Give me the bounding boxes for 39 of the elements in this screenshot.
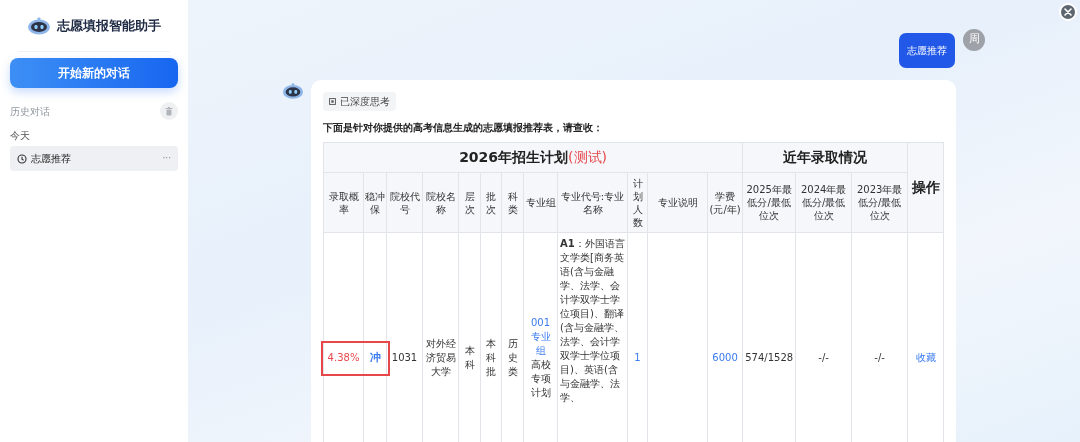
favorite-link[interactable]: 收藏 — [915, 351, 936, 363]
thinking-badge[interactable]: 已深度思考 — [323, 92, 396, 111]
clock-icon — [17, 153, 27, 164]
column-header: 操作 — [907, 142, 944, 233]
column-header: 院校名称 — [422, 172, 459, 233]
column-header: 2024年最低分/最低位次 — [795, 172, 852, 233]
column-header: 2023年最低分/最低位次 — [851, 172, 908, 233]
user-avatar: 周 — [963, 28, 985, 51]
robot-logo-icon — [27, 16, 51, 35]
close-icon — [1064, 8, 1072, 16]
cell-text: 高校专项计划 — [529, 357, 552, 400]
history-item[interactable]: 志愿推荐 ··· — [10, 146, 178, 171]
column-header: 专业说明 — [647, 172, 708, 233]
cell-text: 4.38% — [327, 351, 360, 363]
cell-text: 6000 — [712, 351, 738, 363]
cell-text: 冲 — [369, 350, 381, 364]
cell-text: 001专业组 — [529, 315, 552, 358]
date-group-label: 今天 — [10, 129, 31, 143]
column-header: 录取概率 — [323, 172, 364, 233]
column-header: 2025年最低分/最低位次 — [742, 172, 796, 233]
group-header: 2026年招生计划(测试) — [323, 142, 743, 173]
user-message-bubble: 志愿推荐 — [899, 33, 955, 68]
chip-icon — [329, 98, 336, 105]
column-header: 学费(元/年) — [707, 172, 743, 233]
trash-icon — [165, 106, 173, 116]
cell-text: 1 — [634, 351, 641, 363]
more-button[interactable]: ··· — [162, 151, 171, 166]
column-header: 专业代号:专业名称 — [557, 172, 628, 233]
new-chat-button[interactable]: 开始新的对话 — [10, 58, 178, 88]
app-title: 志愿填报智能助手 — [57, 16, 161, 35]
table-cell: A1：外国语言文学类[商务英语(含与金融学、法学、会计学双学士学位项目)、翻译(含与金融学、法学、会计学双学士学位项目)、英语(含与金融学、法学、 — [557, 232, 628, 442]
history-item-title: 志愿推荐 — [31, 152, 71, 166]
intro-text: 下面是针对你提供的高考信息生成的志愿填报推荐表，请查收： — [323, 121, 604, 135]
column-header: 院校代号 — [386, 172, 423, 233]
history-label: 历史对话 — [10, 104, 50, 119]
column-header: 专业组 — [523, 172, 558, 233]
close-button[interactable] — [1059, 3, 1077, 21]
robot-avatar-icon — [282, 82, 304, 100]
group-header: 近年录取情况 — [742, 142, 908, 173]
